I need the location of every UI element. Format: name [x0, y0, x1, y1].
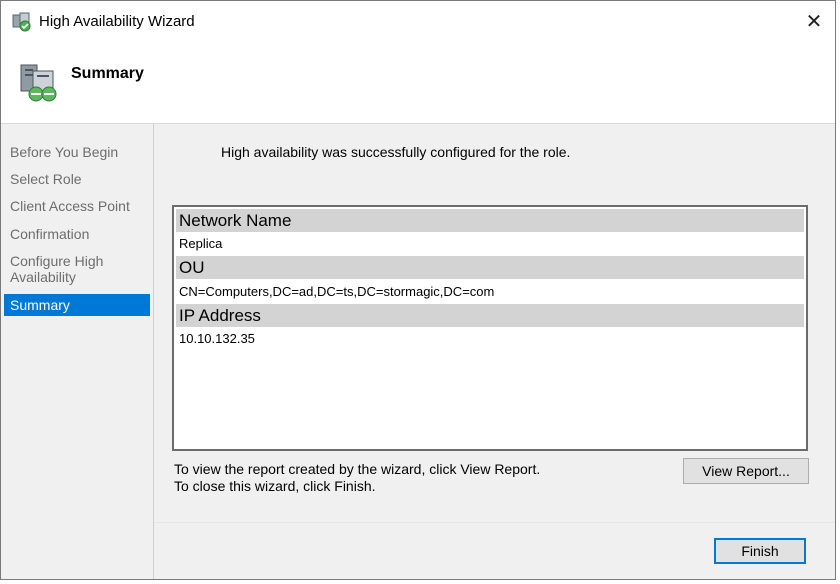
window-title: High Availability Wizard — [39, 13, 195, 30]
footer-divider — [154, 522, 835, 523]
step-client-access-point[interactable]: Client Access Point — [4, 198, 150, 214]
step-select-role[interactable]: Select Role — [4, 171, 150, 187]
report-value-network-name: Replica — [179, 236, 223, 251]
close-icon[interactable]: ✕ — [799, 7, 829, 37]
success-message: High availability was successfully confi… — [221, 144, 571, 160]
title-bar: High Availability Wizard ✕ — [1, 1, 835, 43]
summary-report[interactable]: Network Name Replica OU CN=Computers,DC=… — [172, 205, 808, 451]
wizard-window: High Availability Wizard ✕ Summary Befor… — [0, 0, 836, 580]
wizard-header: Summary — [1, 43, 835, 123]
step-configure-high-availability[interactable]: Configure High Availability — [4, 253, 144, 285]
report-heading-ou: OU — [176, 256, 804, 279]
report-heading-ip-address: IP Address — [176, 304, 804, 327]
view-report-button[interactable]: View Report... — [683, 458, 809, 484]
page-title: Summary — [71, 65, 144, 82]
main-content: High availability was successfully confi… — [154, 124, 835, 579]
report-value-ip-address: 10.10.132.35 — [179, 331, 255, 346]
hint-view-report: To view the report created by the wizard… — [174, 461, 541, 477]
report-heading-network-name: Network Name — [176, 209, 804, 232]
step-summary[interactable]: Summary — [4, 294, 150, 316]
step-before-you-begin[interactable]: Before You Begin — [4, 144, 150, 160]
report-value-ou: CN=Computers,DC=ad,DC=ts,DC=stormagic,DC… — [179, 284, 495, 299]
finish-button[interactable]: Finish — [714, 538, 806, 564]
wizard-steps-sidebar: Before You Begin Select Role Client Acce… — [1, 124, 154, 579]
step-confirmation[interactable]: Confirmation — [4, 226, 150, 242]
hint-finish: To close this wizard, click Finish. — [174, 478, 376, 494]
cluster-server-icon — [20, 64, 57, 102]
cluster-wizard-icon — [12, 12, 31, 32]
